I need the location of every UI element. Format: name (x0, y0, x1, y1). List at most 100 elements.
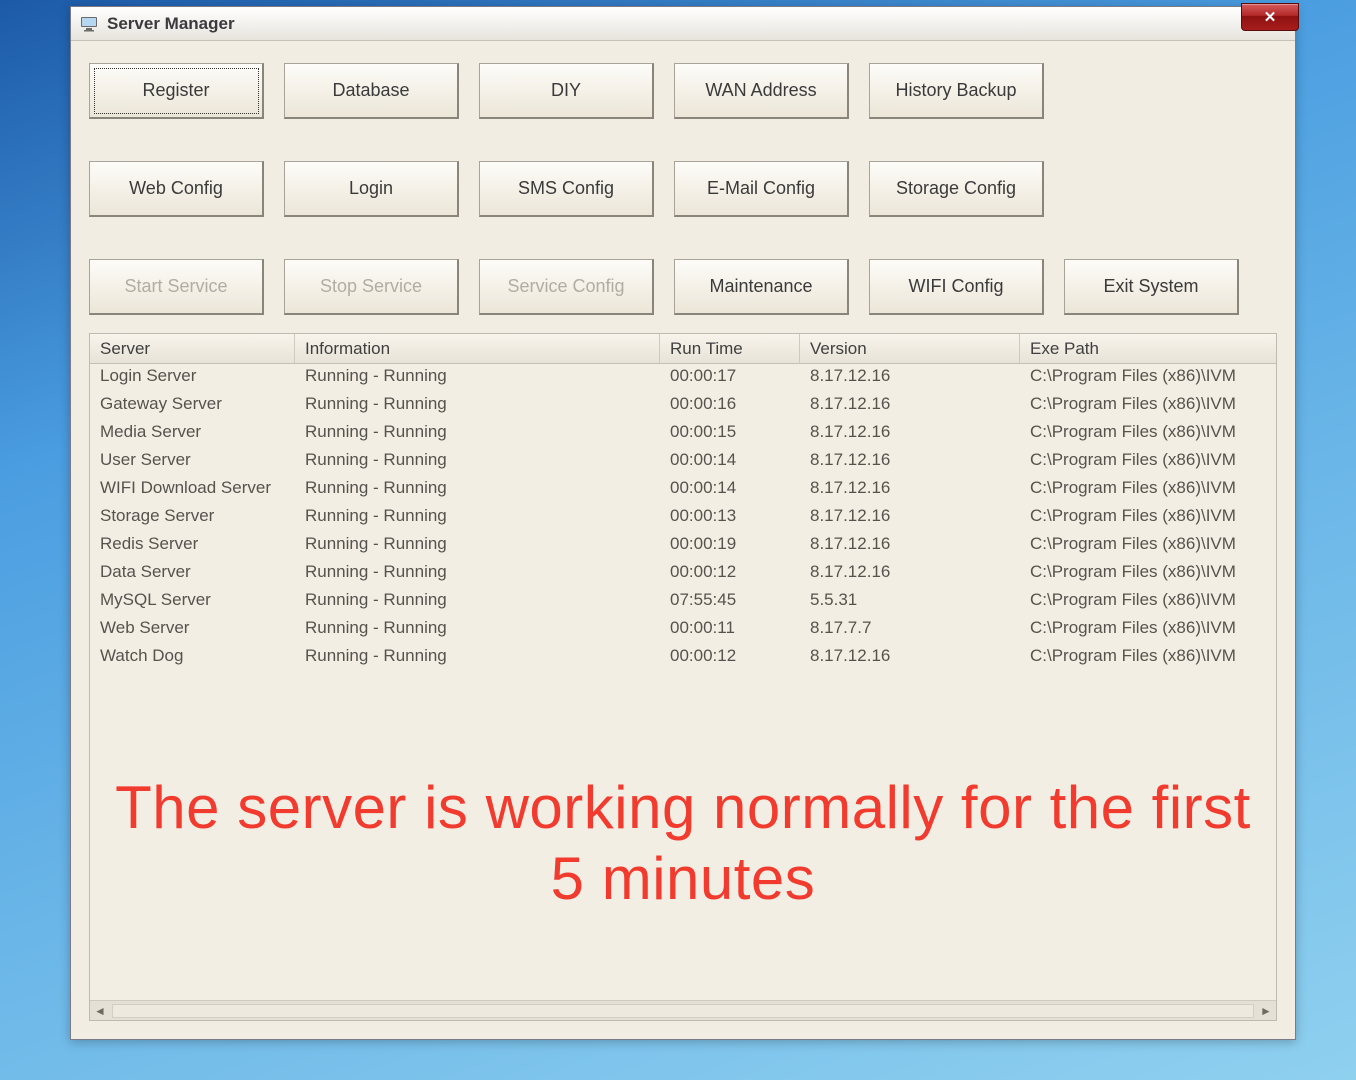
cell-exepath: C:\Program Files (x86)\IVM (1020, 560, 1276, 588)
cell-version: 8.17.12.16 (800, 420, 1020, 448)
exit-system-button[interactable]: Exit System (1064, 259, 1239, 315)
table-row[interactable]: Media ServerRunning - Running00:00:158.1… (90, 420, 1276, 448)
stop-service-button: Stop Service (284, 259, 459, 315)
cell-information: Running - Running (295, 532, 660, 560)
cell-exepath: C:\Program Files (x86)\IVM (1020, 448, 1276, 476)
cell-runtime: 00:00:11 (660, 616, 800, 644)
email-config-button[interactable]: E-Mail Config (674, 161, 849, 217)
close-icon: ✕ (1264, 8, 1277, 26)
cell-information: Running - Running (295, 588, 660, 616)
database-button[interactable]: Database (284, 63, 459, 119)
cell-runtime: 00:00:14 (660, 476, 800, 504)
cell-version: 8.17.12.16 (800, 392, 1020, 420)
scroll-track[interactable] (112, 1004, 1254, 1018)
list-header: Server Information Run Time Version Exe … (90, 334, 1276, 364)
wan-address-button[interactable]: WAN Address (674, 63, 849, 119)
cell-server: Media Server (90, 420, 295, 448)
cell-information: Running - Running (295, 364, 660, 392)
history-backup-button[interactable]: History Backup (869, 63, 1044, 119)
server-status-list[interactable]: Server Information Run Time Version Exe … (89, 333, 1277, 1021)
scroll-left-icon[interactable]: ◄ (90, 1002, 110, 1020)
cell-server: Storage Server (90, 504, 295, 532)
storage-config-button[interactable]: Storage Config (869, 161, 1044, 217)
login-button[interactable]: Login (284, 161, 459, 217)
col-header-exepath[interactable]: Exe Path (1020, 334, 1276, 363)
table-row[interactable]: Watch DogRunning - Running00:00:128.17.1… (90, 644, 1276, 672)
cell-information: Running - Running (295, 504, 660, 532)
cell-version: 8.17.12.16 (800, 448, 1020, 476)
cell-version: 8.17.12.16 (800, 476, 1020, 504)
start-service-button: Start Service (89, 259, 264, 315)
cell-information: Running - Running (295, 392, 660, 420)
cell-runtime: 00:00:19 (660, 532, 800, 560)
table-row[interactable]: WIFI Download ServerRunning - Running00:… (90, 476, 1276, 504)
cell-server: Web Server (90, 616, 295, 644)
cell-exepath: C:\Program Files (x86)\IVM (1020, 616, 1276, 644)
horizontal-scrollbar[interactable]: ◄ ► (90, 1000, 1276, 1020)
cell-exepath: C:\Program Files (x86)\IVM (1020, 644, 1276, 672)
table-row[interactable]: User ServerRunning - Running00:00:148.17… (90, 448, 1276, 476)
cell-runtime: 00:00:16 (660, 392, 800, 420)
sms-config-button[interactable]: SMS Config (479, 161, 654, 217)
cell-server: Redis Server (90, 532, 295, 560)
cell-version: 8.17.12.16 (800, 364, 1020, 392)
cell-version: 8.17.7.7 (800, 616, 1020, 644)
cell-server: User Server (90, 448, 295, 476)
cell-runtime: 00:00:13 (660, 504, 800, 532)
col-header-server[interactable]: Server (90, 334, 295, 363)
server-manager-window: Server Manager ✕ Register Database DIY WAN … (70, 6, 1296, 1040)
table-row[interactable]: Gateway ServerRunning - Running00:00:168… (90, 392, 1276, 420)
cell-runtime: 00:00:14 (660, 448, 800, 476)
table-row[interactable]: Redis ServerRunning - Running00:00:198.1… (90, 532, 1276, 560)
cell-version: 8.17.12.16 (800, 532, 1020, 560)
cell-exepath: C:\Program Files (x86)\IVM (1020, 532, 1276, 560)
cell-exepath: C:\Program Files (x86)\IVM (1020, 420, 1276, 448)
cell-runtime: 07:55:45 (660, 588, 800, 616)
cell-information: Running - Running (295, 560, 660, 588)
cell-exepath: C:\Program Files (x86)\IVM (1020, 588, 1276, 616)
list-body: Login ServerRunning - Running00:00:178.1… (90, 364, 1276, 1000)
cell-version: 8.17.12.16 (800, 644, 1020, 672)
cell-information: Running - Running (295, 420, 660, 448)
scroll-right-icon[interactable]: ► (1256, 1002, 1276, 1020)
cell-information: Running - Running (295, 644, 660, 672)
cell-server: Data Server (90, 560, 295, 588)
web-config-button[interactable]: Web Config (89, 161, 264, 217)
table-row[interactable]: Web ServerRunning - Running00:00:118.17.… (90, 616, 1276, 644)
register-button[interactable]: Register (89, 63, 264, 119)
maintenance-button[interactable]: Maintenance (674, 259, 849, 315)
table-row[interactable]: Login ServerRunning - Running00:00:178.1… (90, 364, 1276, 392)
cell-server: MySQL Server (90, 588, 295, 616)
cell-server: Watch Dog (90, 644, 295, 672)
cell-runtime: 00:00:17 (660, 364, 800, 392)
col-header-version[interactable]: Version (800, 334, 1020, 363)
wifi-config-button[interactable]: WIFI Config (869, 259, 1044, 315)
close-button[interactable]: ✕ (1241, 3, 1299, 31)
cell-version: 8.17.12.16 (800, 560, 1020, 588)
cell-exepath: C:\Program Files (x86)\IVM (1020, 392, 1276, 420)
service-config-button: Service Config (479, 259, 654, 315)
cell-exepath: C:\Program Files (x86)\IVM (1020, 364, 1276, 392)
cell-version: 8.17.12.16 (800, 504, 1020, 532)
window-title: Server Manager (107, 14, 235, 34)
col-header-information[interactable]: Information (295, 334, 660, 363)
diy-button[interactable]: DIY (479, 63, 654, 119)
cell-runtime: 00:00:12 (660, 644, 800, 672)
table-row[interactable]: Storage ServerRunning - Running00:00:138… (90, 504, 1276, 532)
table-row[interactable]: Data ServerRunning - Running00:00:128.17… (90, 560, 1276, 588)
cell-exepath: C:\Program Files (x86)\IVM (1020, 504, 1276, 532)
col-header-runtime[interactable]: Run Time (660, 334, 800, 363)
cell-server: Gateway Server (90, 392, 295, 420)
toolbar-buttons: Register Database DIY WAN Address History Ba… (89, 63, 1277, 333)
client-area: Register Database DIY WAN Address History Ba… (71, 41, 1295, 1039)
table-row[interactable]: MySQL ServerRunning - Running07:55:455.5… (90, 588, 1276, 616)
app-icon (79, 14, 99, 34)
cell-information: Running - Running (295, 616, 660, 644)
cell-information: Running - Running (295, 448, 660, 476)
cell-version: 5.5.31 (800, 588, 1020, 616)
cell-server: WIFI Download Server (90, 476, 295, 504)
titlebar: Server Manager ✕ (71, 7, 1295, 41)
cell-server: Login Server (90, 364, 295, 392)
cell-exepath: C:\Program Files (x86)\IVM (1020, 476, 1276, 504)
cell-runtime: 00:00:12 (660, 560, 800, 588)
